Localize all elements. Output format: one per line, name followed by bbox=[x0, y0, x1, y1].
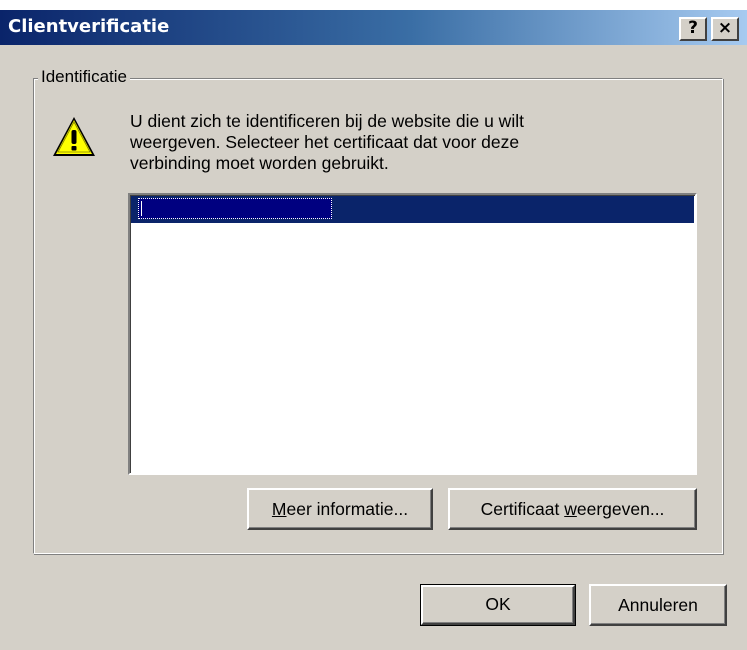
instruction-message: U dient zich te identificeren bij de web… bbox=[130, 111, 650, 174]
groupbox-legend: Identificatie bbox=[38, 66, 130, 88]
cancel-button[interactable]: Annuleren bbox=[589, 584, 727, 626]
view-certificate-suffix: eergeven... bbox=[576, 499, 665, 519]
certificate-listbox[interactable] bbox=[128, 193, 697, 475]
view-certificate-button[interactable]: Certificaat weergeven... bbox=[448, 488, 697, 530]
close-button[interactable]: × bbox=[711, 17, 739, 41]
more-info-accelerator: M bbox=[271, 499, 287, 519]
window-title: Clientverificatie bbox=[8, 16, 170, 37]
help-icon: ? bbox=[688, 18, 698, 38]
help-button[interactable]: ? bbox=[679, 17, 707, 41]
view-certificate-prefix: Certificaat bbox=[480, 499, 565, 519]
view-certificate-accelerator: w bbox=[564, 499, 577, 519]
text-caret bbox=[141, 201, 142, 216]
ok-button[interactable]: OK bbox=[420, 584, 576, 626]
certificate-list-item-selected[interactable] bbox=[131, 196, 694, 223]
message-line: verbinding moet worden gebruikt. bbox=[130, 153, 389, 173]
message-line: U dient zich te identificeren bij de web… bbox=[130, 111, 524, 131]
warning-icon bbox=[53, 117, 95, 156]
focus-rectangle bbox=[138, 198, 332, 219]
more-info-button[interactable]: Meer informatie... bbox=[247, 488, 433, 530]
message-line: weergeven. Selecteer het certificaat dat… bbox=[130, 132, 520, 152]
ok-button-face: OK bbox=[421, 585, 575, 625]
title-bar[interactable]: Clientverificatie ? × bbox=[0, 10, 747, 45]
more-info-suffix: eer informatie... bbox=[286, 499, 409, 519]
close-icon: × bbox=[717, 18, 733, 38]
